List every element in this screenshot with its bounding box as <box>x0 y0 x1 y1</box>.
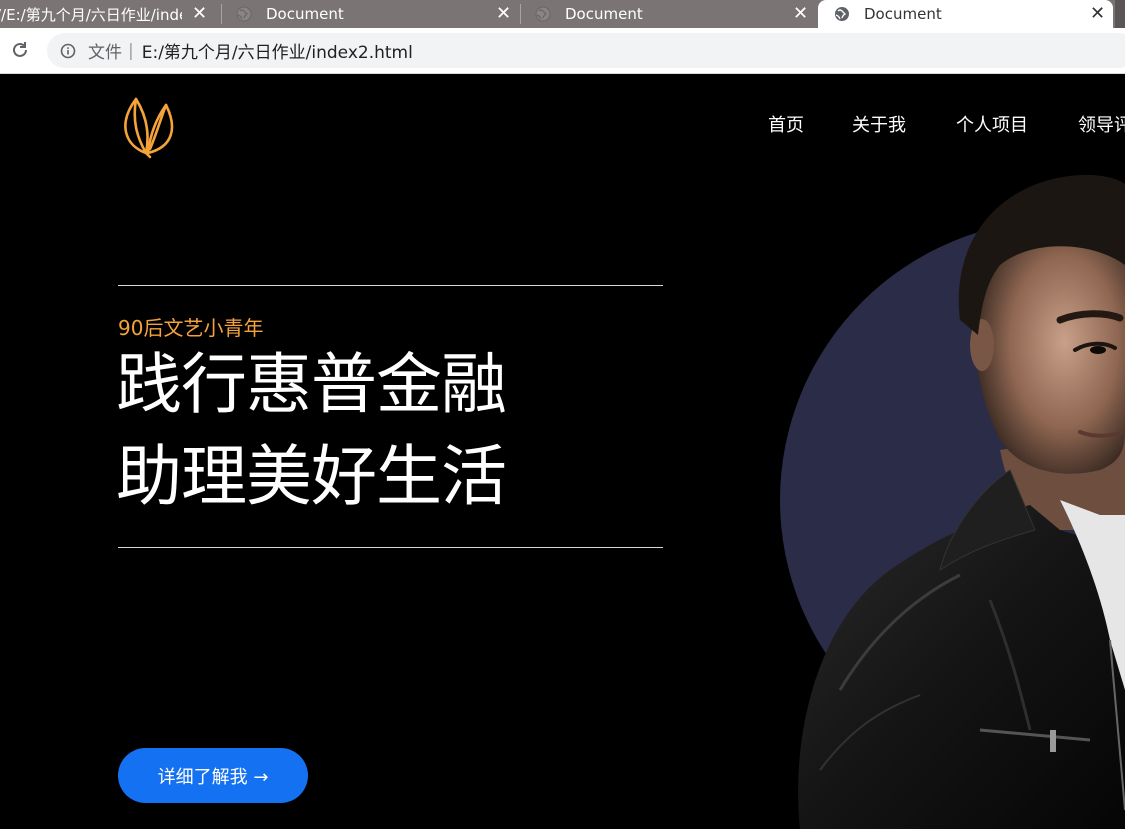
close-icon[interactable]: ✕ <box>192 0 207 28</box>
tab-separator <box>520 4 521 24</box>
learn-more-button[interactable]: 详细了解我 → <box>118 748 308 803</box>
nav-projects[interactable]: 个人项目 <box>956 111 1028 137</box>
browser-tab-2[interactable]: Document ✕ <box>236 0 516 28</box>
hero-headline-line1: 践行惠普金融 <box>116 346 507 423</box>
info-icon[interactable] <box>60 43 76 59</box>
hero-headline-line2: 助理美好生活 <box>116 438 507 515</box>
divider-top <box>118 285 663 286</box>
globe-icon <box>535 6 551 22</box>
tab-title: Document <box>565 5 643 23</box>
omnibox[interactable]: 文件 | E:/第九个月/六日作业/index2.html <box>47 33 1125 68</box>
main-nav: 首页 关于我 个人项目 领导评 <box>768 111 1125 137</box>
close-icon[interactable]: ✕ <box>793 0 808 28</box>
browser-tab-active[interactable]: Document ✕ <box>818 0 1113 28</box>
tab-strip-edge <box>1115 0 1125 28</box>
file-scheme-label: 文件 <box>88 43 122 63</box>
close-icon[interactable]: ✕ <box>1090 0 1105 28</box>
divider-bottom <box>118 547 663 548</box>
browser-tab-1[interactable]: //E:/第九个月/六日作业/index ✕ <box>0 0 216 28</box>
page-viewport: 首页 关于我 个人项目 领导评 90后文艺小青年 践行惠普金融 助理美好生活 详… <box>0 75 1125 829</box>
leaf-logo-icon[interactable] <box>116 93 180 159</box>
address-bar: 文件 | E:/第九个月/六日作业/index2.html <box>0 28 1125 74</box>
tab-title: Document <box>864 5 942 23</box>
url-text[interactable]: E:/第九个月/六日作业/index2.html <box>142 38 413 63</box>
nav-about[interactable]: 关于我 <box>852 111 906 137</box>
tab-title: //E:/第九个月/六日作业/index <box>0 5 182 24</box>
tab-title: Document <box>266 5 344 23</box>
tab-separator <box>221 4 222 24</box>
nav-reviews[interactable]: 领导评 <box>1078 111 1125 137</box>
hero-portrait-image <box>780 174 1125 829</box>
reload-icon[interactable] <box>8 38 32 62</box>
hero-tagline: 90后文艺小青年 <box>118 316 264 340</box>
browser-tab-bar: //E:/第九个月/六日作业/index ✕ Document ✕ Docume… <box>0 0 1125 28</box>
omnibox-separator: | <box>128 40 134 61</box>
nav-home[interactable]: 首页 <box>768 111 804 137</box>
globe-icon <box>835 7 849 21</box>
globe-icon <box>236 6 252 22</box>
browser-tab-3[interactable]: Document ✕ <box>535 0 815 28</box>
close-icon[interactable]: ✕ <box>496 0 511 28</box>
